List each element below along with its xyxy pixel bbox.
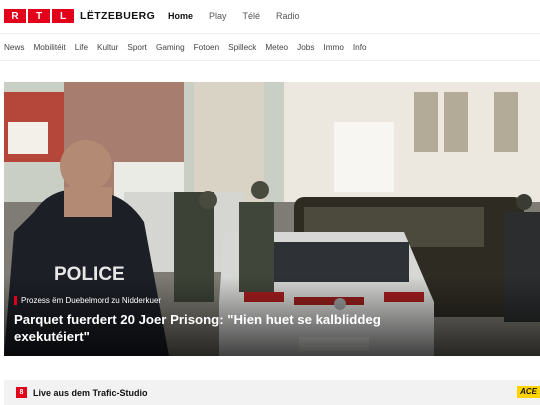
subnav-mobiliteit[interactable]: Mobilitéit [33, 43, 65, 52]
subnav-life[interactable]: Life [75, 43, 88, 52]
subnav-kultur[interactable]: Kultur [97, 43, 118, 52]
subnav-fotoen[interactable]: Fotoen [194, 43, 220, 52]
rtl-logo[interactable]: R T L LËTZEBUERG [4, 9, 155, 23]
subnav-jobs[interactable]: Jobs [297, 43, 314, 52]
subnav-gaming[interactable]: Gaming [156, 43, 185, 52]
subnav-sport[interactable]: Sport [127, 43, 147, 52]
logo-wordmark: LËTZEBUERG [80, 10, 156, 22]
hero-headline[interactable]: Parquet fuerdert 20 Joer Prisong: "Hien … [14, 311, 414, 345]
main-nav: Home Play Télé Radio [168, 11, 300, 21]
logo-letter-t: T [28, 9, 50, 23]
hero-article[interactable]: POLICE Prozess ëm Duebelmord zu Nidderku… [4, 82, 540, 356]
logo-letter-l: L [52, 9, 74, 23]
live-title[interactable]: Live aus dem Trafic-Studio [33, 388, 148, 398]
hero-kicker: Prozess ëm Duebelmord zu Nidderkuer [14, 296, 161, 305]
logo-letter-r: R [4, 9, 26, 23]
subnav-meteo[interactable]: Meteo [265, 43, 288, 52]
top-bar: R T L LËTZEBUERG Home Play Télé Radio [0, 0, 540, 32]
sub-nav: News Mobilitéit Life Kultur Sport Gaming… [0, 33, 540, 61]
subnav-spilleck[interactable]: Spilleck [228, 43, 256, 52]
live-badge: 8 [16, 387, 27, 398]
nav-home[interactable]: Home [168, 11, 193, 21]
nav-radio[interactable]: Radio [276, 11, 300, 21]
ace-partner-logo: ACE [517, 386, 540, 398]
live-banner[interactable]: 8 Live aus dem Trafic-Studio ACE [4, 380, 540, 405]
nav-play[interactable]: Play [209, 11, 227, 21]
nav-tele[interactable]: Télé [243, 11, 261, 21]
subnav-info[interactable]: Info [353, 43, 367, 52]
subnav-news[interactable]: News [4, 43, 24, 52]
kicker-accent-bar [14, 296, 17, 305]
hero-kicker-text: Prozess ëm Duebelmord zu Nidderkuer [21, 296, 162, 305]
subnav-immo[interactable]: Immo [323, 43, 343, 52]
